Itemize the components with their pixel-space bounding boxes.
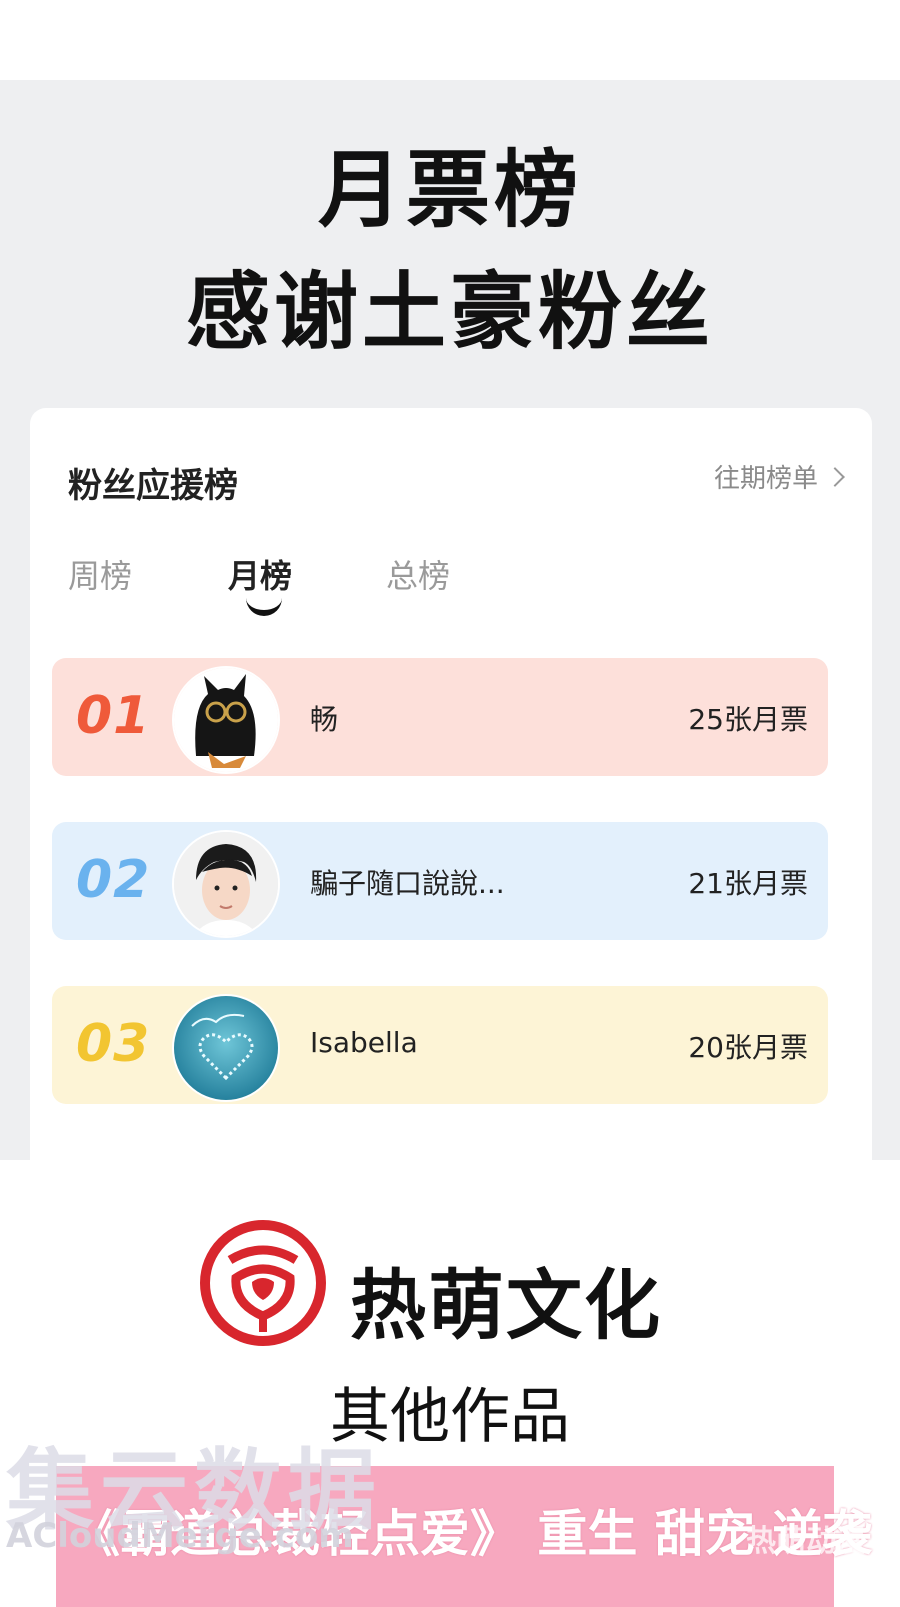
watermark-corner: 热萌动漫 — [746, 1524, 866, 1559]
rank-number: 01 — [76, 686, 151, 746]
avatar-portrait[interactable] — [172, 830, 280, 938]
top-strip — [0, 0, 900, 80]
headline-subtitle: 感谢土豪粉丝 — [185, 263, 714, 361]
chevron-right-icon — [825, 466, 845, 487]
vote-count: 21张月票 — [688, 867, 808, 900]
tab-monthly[interactable]: 月榜 — [228, 551, 292, 597]
rank-row-3[interactable]: 03 Isabella 20张月票 — [52, 986, 828, 1104]
user-name: 畅 — [310, 703, 339, 736]
headline-title: 月票榜 — [317, 141, 582, 239]
past-rankings-link[interactable]: 往期榜单 — [713, 458, 845, 495]
user-name: 騙子隨口說說... — [310, 867, 505, 900]
card-title: 粉丝应援榜 — [68, 466, 238, 506]
rank-row-1[interactable]: 01 畅 25张月票 — [52, 658, 828, 776]
tab-weekly[interactable]: 周榜 — [68, 551, 132, 597]
brand-name: 热萌文化 — [350, 1261, 662, 1350]
tab-total[interactable]: 总榜 — [386, 551, 450, 597]
brand-lockup: 热萌文化 — [200, 1220, 700, 1350]
vote-count: 25张月票 — [688, 703, 808, 736]
active-tab-indicator — [246, 592, 282, 616]
rose-logo-icon — [200, 1220, 326, 1346]
avatar-cat[interactable] — [172, 666, 280, 774]
user-name: Isabella — [310, 1026, 418, 1059]
avatar-heart[interactable] — [172, 994, 280, 1102]
fan-support-card: 粉丝应援榜 往期榜单 周榜 月榜 总榜 01 畅 25张月票 02 騙子隨口說說… — [30, 408, 872, 1160]
past-rankings-label: 往期榜单 — [713, 464, 818, 494]
rank-number: 02 — [76, 850, 151, 910]
rank-number: 03 — [76, 1014, 151, 1074]
watermark-url: ACloudMerge.com — [6, 1516, 354, 1556]
rank-row-2[interactable]: 02 騙子隨口說說... 21张月票 — [52, 822, 828, 940]
vote-count: 20张月票 — [688, 1031, 808, 1064]
